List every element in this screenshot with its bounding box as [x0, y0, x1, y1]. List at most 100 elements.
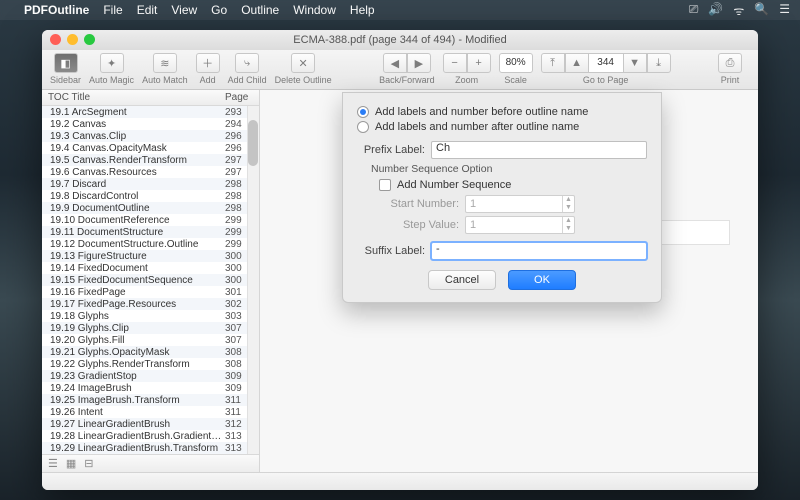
menu-outline[interactable]: Outline — [241, 3, 279, 17]
toc-row[interactable]: 19.23 GradientStop309 — [42, 370, 259, 382]
window-close-button[interactable] — [50, 34, 61, 45]
volume-icon[interactable]: 🔊 — [708, 2, 723, 19]
stepper-down-icon[interactable]: ▼ — [563, 225, 574, 233]
toc-row[interactable]: 19.18 Glyphs303 — [42, 310, 259, 322]
toc-row[interactable]: 19.9 DocumentOutline298 — [42, 202, 259, 214]
forward-button[interactable]: ▶ — [407, 53, 431, 73]
toc-row[interactable]: 19.7 Discard298 — [42, 178, 259, 190]
menu-edit[interactable]: Edit — [137, 3, 158, 17]
radio-after[interactable] — [357, 121, 369, 133]
suffix-input[interactable]: - — [431, 242, 647, 260]
sidebar: TOC Title Page 19.1 ArcSegment29319.2 Ca… — [42, 90, 260, 472]
app-name[interactable]: PDFOutline — [24, 3, 89, 17]
prefix-input[interactable]: Ch — [431, 141, 647, 159]
add-number-seq-checkbox[interactable] — [379, 179, 391, 191]
toc-row[interactable]: 19.27 LinearGradientBrush312 — [42, 418, 259, 430]
menu-view[interactable]: View — [171, 3, 197, 17]
page-last-button[interactable]: ⤓ — [647, 53, 671, 73]
toolbar-label-scale: Scale — [504, 75, 527, 85]
toc-row[interactable]: 19.3 Canvas.Clip296 — [42, 130, 259, 142]
automagic-button[interactable]: ✦ — [100, 53, 124, 73]
toc-row[interactable]: 19.16 FixedPage301 — [42, 286, 259, 298]
grid-view-icon[interactable]: ▦ — [66, 457, 76, 470]
list-view-icon[interactable]: ☰ — [48, 457, 58, 470]
scrollbar-track[interactable] — [247, 106, 259, 454]
toc-title: 19.5 Canvas.RenderTransform — [50, 155, 225, 166]
toolbar-label-print: Print — [721, 75, 740, 85]
toc-row[interactable]: 19.22 Glyphs.RenderTransform308 — [42, 358, 259, 370]
toc-row[interactable]: 19.12 DocumentStructure.Outline299 — [42, 238, 259, 250]
step-value-stepper[interactable]: 1 ▲▼ — [465, 216, 575, 234]
stepper-up-icon[interactable]: ▲ — [563, 217, 574, 225]
add-child-button[interactable]: ⤷ — [235, 53, 259, 73]
title-bar[interactable]: ECMA-388.pdf (page 344 of 494) - Modifie… — [42, 30, 758, 50]
page-field[interactable]: 344 — [589, 53, 623, 73]
outline-view-icon[interactable]: ⊟ — [84, 457, 93, 470]
toc-title: 19.3 Canvas.Clip — [50, 131, 225, 142]
radio-before[interactable] — [357, 106, 369, 118]
menu-file[interactable]: File — [103, 3, 122, 17]
match-icon: ≋ — [160, 57, 169, 70]
zoom-out-button[interactable]: − — [443, 53, 467, 73]
automatch-button[interactable]: ≋ — [153, 53, 177, 73]
menu-go[interactable]: Go — [211, 3, 227, 17]
menu-help[interactable]: Help — [350, 3, 375, 17]
window-minimize-button[interactable] — [67, 34, 78, 45]
toc-row[interactable]: 19.26 Intent311 — [42, 406, 259, 418]
toc-row[interactable]: 19.24 ImageBrush309 — [42, 382, 259, 394]
toc-title: 19.23 GradientStop — [50, 371, 225, 382]
toc-row[interactable]: 19.1 ArcSegment293 — [42, 106, 259, 118]
page-first-button[interactable]: ⤒ — [541, 53, 565, 73]
wifi-icon[interactable]: ᯤ — [733, 2, 744, 19]
back-button[interactable]: ◀ — [383, 53, 407, 73]
toc-row[interactable]: 19.15 FixedDocumentSequence300 — [42, 274, 259, 286]
toc-title: 19.16 FixedPage — [50, 287, 225, 298]
add-button[interactable]: ＋ — [196, 53, 220, 73]
sidebar-header-page[interactable]: Page — [225, 92, 259, 103]
toc-row[interactable]: 19.19 Glyphs.Clip307 — [42, 322, 259, 334]
ok-button[interactable]: OK — [508, 270, 576, 290]
toolbar-label-addchild: Add Child — [228, 75, 267, 85]
stepper-down-icon[interactable]: ▼ — [563, 204, 574, 212]
toc-row[interactable]: 19.20 Glyphs.Fill307 — [42, 334, 259, 346]
toc-row[interactable]: 19.8 DiscardControl298 — [42, 190, 259, 202]
zoom-in-button[interactable]: + — [467, 53, 491, 73]
toc-row[interactable]: 19.2 Canvas294 — [42, 118, 259, 130]
toc-row[interactable]: 19.29 LinearGradientBrush.Transform313 — [42, 442, 259, 454]
page-prev-button[interactable]: ▲ — [565, 53, 589, 73]
toc-title: 19.14 FixedDocument — [50, 263, 225, 274]
sidebar-toggle-button[interactable]: ◧ — [54, 53, 78, 73]
toolbar-label-backforward: Back/Forward — [379, 75, 435, 85]
window-zoom-button[interactable] — [84, 34, 95, 45]
page-next-button[interactable]: ▼ — [623, 53, 647, 73]
delete-outline-button[interactable]: ✕ — [291, 53, 315, 73]
toc-row[interactable]: 19.14 FixedDocument300 — [42, 262, 259, 274]
start-number-stepper[interactable]: 1 ▲▼ — [465, 195, 575, 213]
toc-row[interactable]: 19.4 Canvas.OpacityMask296 — [42, 142, 259, 154]
toc-title: 19.15 FixedDocumentSequence — [50, 275, 225, 286]
airplay-icon[interactable]: ⎚ — [689, 2, 699, 19]
cancel-button[interactable]: Cancel — [428, 270, 496, 290]
sidebar-header-title[interactable]: TOC Title — [42, 92, 225, 103]
print-button[interactable]: ⎙ — [718, 53, 742, 73]
toc-row[interactable]: 19.10 DocumentReference299 — [42, 214, 259, 226]
toc-row[interactable]: 19.11 DocumentStructure299 — [42, 226, 259, 238]
toc-row[interactable]: 19.17 FixedPage.Resources302 — [42, 298, 259, 310]
stepper-up-icon[interactable]: ▲ — [563, 196, 574, 204]
toc-row[interactable]: 19.13 FigureStructure300 — [42, 250, 259, 262]
toc-row[interactable]: 19.28 LinearGradientBrush.GradientStops3… — [42, 430, 259, 442]
toc-list[interactable]: 19.1 ArcSegment29319.2 Canvas29419.3 Can… — [42, 106, 259, 454]
toc-row[interactable]: 19.21 Glyphs.OpacityMask308 — [42, 346, 259, 358]
toolbar-label-zoom: Zoom — [455, 75, 478, 85]
scrollbar-thumb[interactable] — [248, 120, 258, 166]
toc-title: 19.18 Glyphs — [50, 311, 225, 322]
menu-bar: PDFOutline File Edit View Go Outline Win… — [0, 0, 800, 20]
toc-row[interactable]: 19.6 Canvas.Resources297 — [42, 166, 259, 178]
menu-extras-icon[interactable]: ☰ — [779, 2, 790, 19]
toc-row[interactable]: 19.5 Canvas.RenderTransform297 — [42, 154, 259, 166]
toc-row[interactable]: 19.25 ImageBrush.Transform311 — [42, 394, 259, 406]
menu-window[interactable]: Window — [293, 3, 336, 17]
delete-icon: ✕ — [299, 57, 308, 70]
spotlight-icon[interactable]: 🔍 — [754, 2, 769, 19]
scale-field[interactable]: 80% — [499, 53, 533, 73]
